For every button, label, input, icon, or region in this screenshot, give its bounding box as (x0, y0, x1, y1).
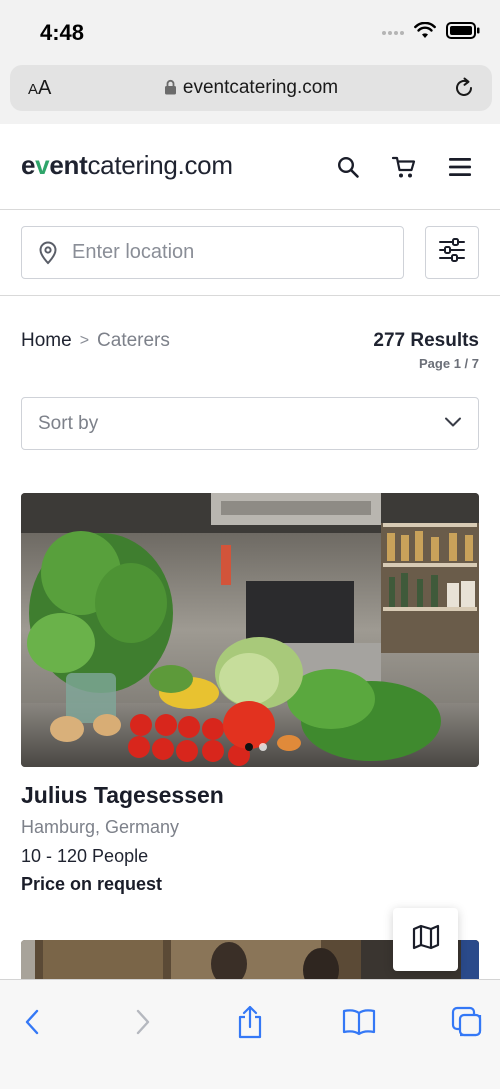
status-time: 4:48 (40, 20, 85, 45)
sort-label: Sort by (38, 412, 99, 434)
share-icon[interactable] (230, 1002, 270, 1042)
location-filter-row (0, 210, 500, 296)
breadcrumb-separator: > (79, 332, 90, 349)
logo-part-e: e (21, 150, 36, 180)
carousel-dot-1[interactable] (245, 743, 253, 751)
signal-icon (382, 31, 404, 35)
breadcrumb-current: Caterers (97, 330, 170, 351)
site-logo[interactable]: eventcatering.com (21, 150, 233, 181)
status-icons (382, 21, 480, 44)
browser-toolbar (0, 979, 500, 1089)
reload-icon[interactable] (452, 76, 476, 105)
logo-part-v: v (35, 150, 50, 180)
logo-part-ent: ent (49, 150, 88, 180)
browser-address-area: AA eventcatering.com (0, 62, 500, 124)
forward-icon[interactable] (123, 1002, 163, 1042)
results-count: 277 Results (373, 330, 479, 351)
logo-part-domain: catering.com (87, 150, 233, 180)
cart-icon[interactable] (391, 154, 417, 180)
caterer-capacity: 10 - 120 People (21, 846, 149, 866)
url-text: eventcatering.com (182, 77, 339, 98)
status-bar: 4:48 (0, 0, 500, 62)
map-view-button[interactable] (393, 908, 458, 971)
back-icon[interactable] (12, 1002, 52, 1042)
results-summary: 277 Results Page 1 / 7 (373, 330, 479, 371)
location-pin-icon (38, 241, 58, 265)
caterer-price: Price on request (21, 874, 163, 894)
menu-icon[interactable] (447, 154, 473, 180)
caterer-name[interactable]: Julius Tagesessen (21, 782, 479, 809)
breadcrumb: Home > Caterers (21, 330, 170, 352)
map-icon (412, 924, 440, 955)
sort-dropdown[interactable]: Sort by (21, 397, 479, 450)
location-input[interactable] (72, 241, 362, 264)
filter-button[interactable] (425, 226, 479, 279)
bookmarks-icon[interactable] (339, 1002, 379, 1042)
carousel-dot-2[interactable] (259, 743, 267, 751)
wifi-icon (414, 21, 436, 44)
tabs-icon[interactable] (447, 1002, 487, 1042)
caterer-card[interactable]: Julius Tagesessen Hamburg, Germany 10 - … (21, 493, 479, 895)
site-header: eventcatering.com (0, 124, 500, 210)
results-page-indicator: Page 1 / 7 (419, 356, 479, 371)
sliders-icon (439, 238, 465, 267)
search-icon[interactable] (335, 154, 361, 180)
address-bar[interactable]: AA eventcatering.com (10, 65, 492, 111)
caterer-location: Hamburg, Germany (21, 817, 180, 837)
caterer-photo[interactable] (21, 493, 479, 767)
url-display[interactable]: eventcatering.com (10, 77, 492, 101)
location-field[interactable] (21, 226, 404, 279)
carousel-indicator[interactable] (245, 743, 267, 751)
battery-icon (446, 22, 480, 44)
breadcrumb-home[interactable]: Home (21, 330, 72, 352)
lock-icon (164, 79, 177, 101)
chevron-down-icon (444, 415, 462, 433)
